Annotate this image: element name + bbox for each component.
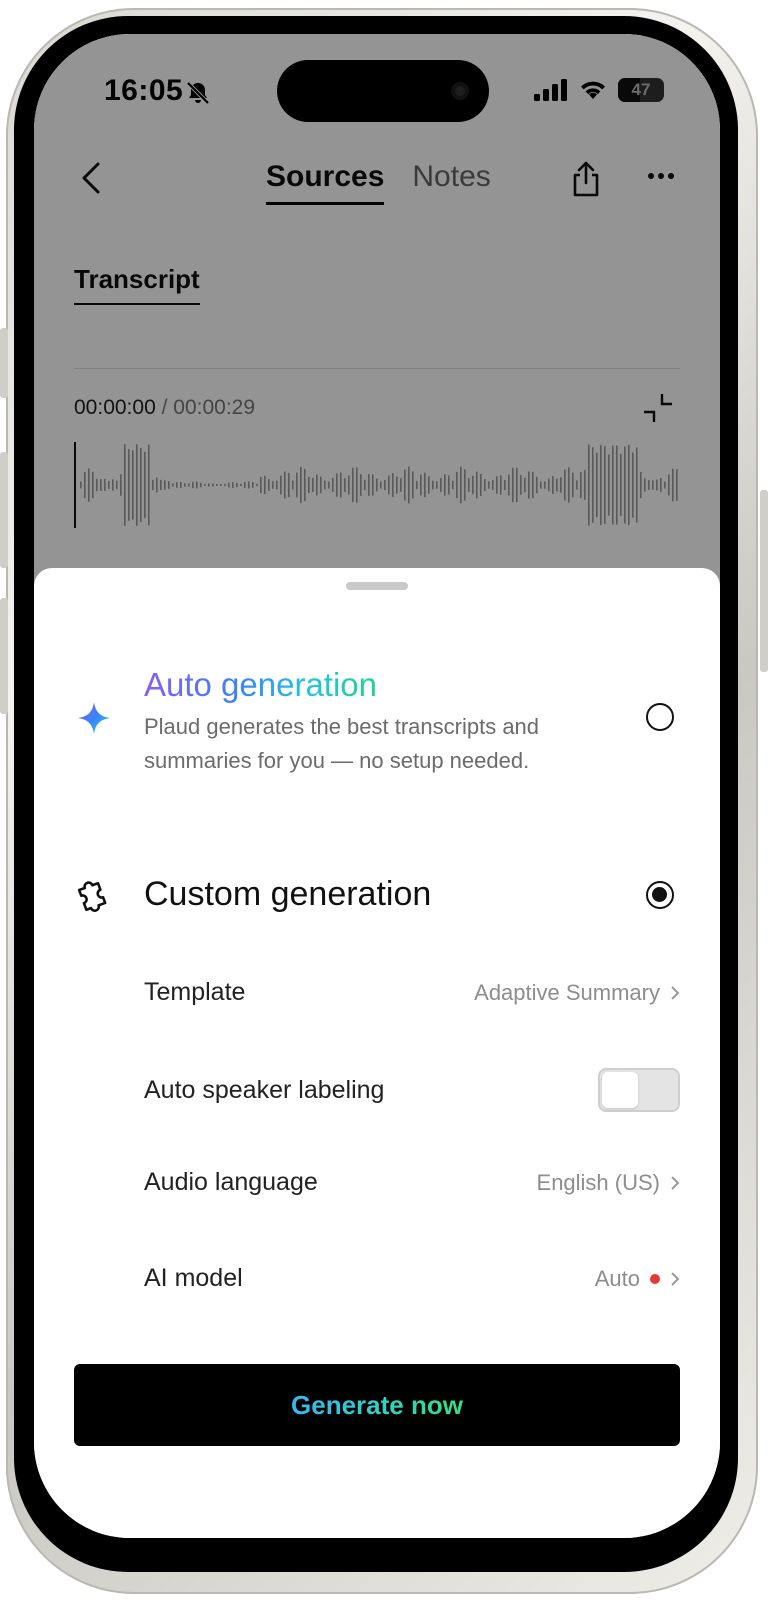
auto-generation-description: Plaud generates the best transcripts and…	[144, 714, 540, 773]
speaker-labeling-label: Auto speaker labeling	[144, 1075, 385, 1104]
speaker-labeling-toggle[interactable]	[598, 1068, 680, 1112]
volume-down-button	[0, 598, 8, 714]
generation-sheet: Auto generation Plaud generates the best…	[34, 568, 720, 1538]
generate-now-label: Generate now	[291, 1389, 463, 1420]
template-label: Template	[144, 978, 246, 1006]
chevron-right-icon	[671, 1175, 680, 1190]
auto-generation-title[interactable]: Auto generation	[144, 666, 377, 704]
template-row[interactable]: Template Adaptive Summary	[144, 978, 680, 1007]
action-button	[0, 328, 8, 398]
ai-model-label: AI model	[144, 1264, 243, 1292]
ai-model-value: Auto	[594, 1265, 640, 1291]
audio-language-row[interactable]: Audio language English (US)	[144, 1168, 680, 1197]
new-indicator-dot	[650, 1273, 660, 1284]
puzzle-icon	[77, 881, 107, 912]
audio-language-label: Audio language	[144, 1168, 318, 1196]
sheet-grabber[interactable]	[346, 582, 408, 590]
chevron-right-icon	[671, 985, 680, 1000]
chevron-right-icon	[671, 1271, 680, 1286]
template-value: Adaptive Summary	[474, 979, 660, 1005]
speaker-labeling-row: Auto speaker labeling	[144, 1068, 680, 1112]
power-button	[760, 490, 768, 672]
ai-model-row[interactable]: AI model Auto	[144, 1264, 680, 1293]
screen: 16:05 47 Sources Notes Transcript 00:00:…	[34, 34, 720, 1538]
sparkle-icon	[78, 702, 110, 734]
generate-now-button[interactable]: Generate now	[74, 1364, 680, 1446]
custom-generation-radio[interactable]	[646, 881, 674, 909]
volume-up-button	[0, 452, 8, 568]
audio-language-value: English (US)	[536, 1169, 660, 1195]
custom-generation-title[interactable]: Custom generation	[144, 875, 431, 914]
auto-generation-radio[interactable]	[646, 703, 674, 731]
dynamic-island	[277, 60, 489, 122]
